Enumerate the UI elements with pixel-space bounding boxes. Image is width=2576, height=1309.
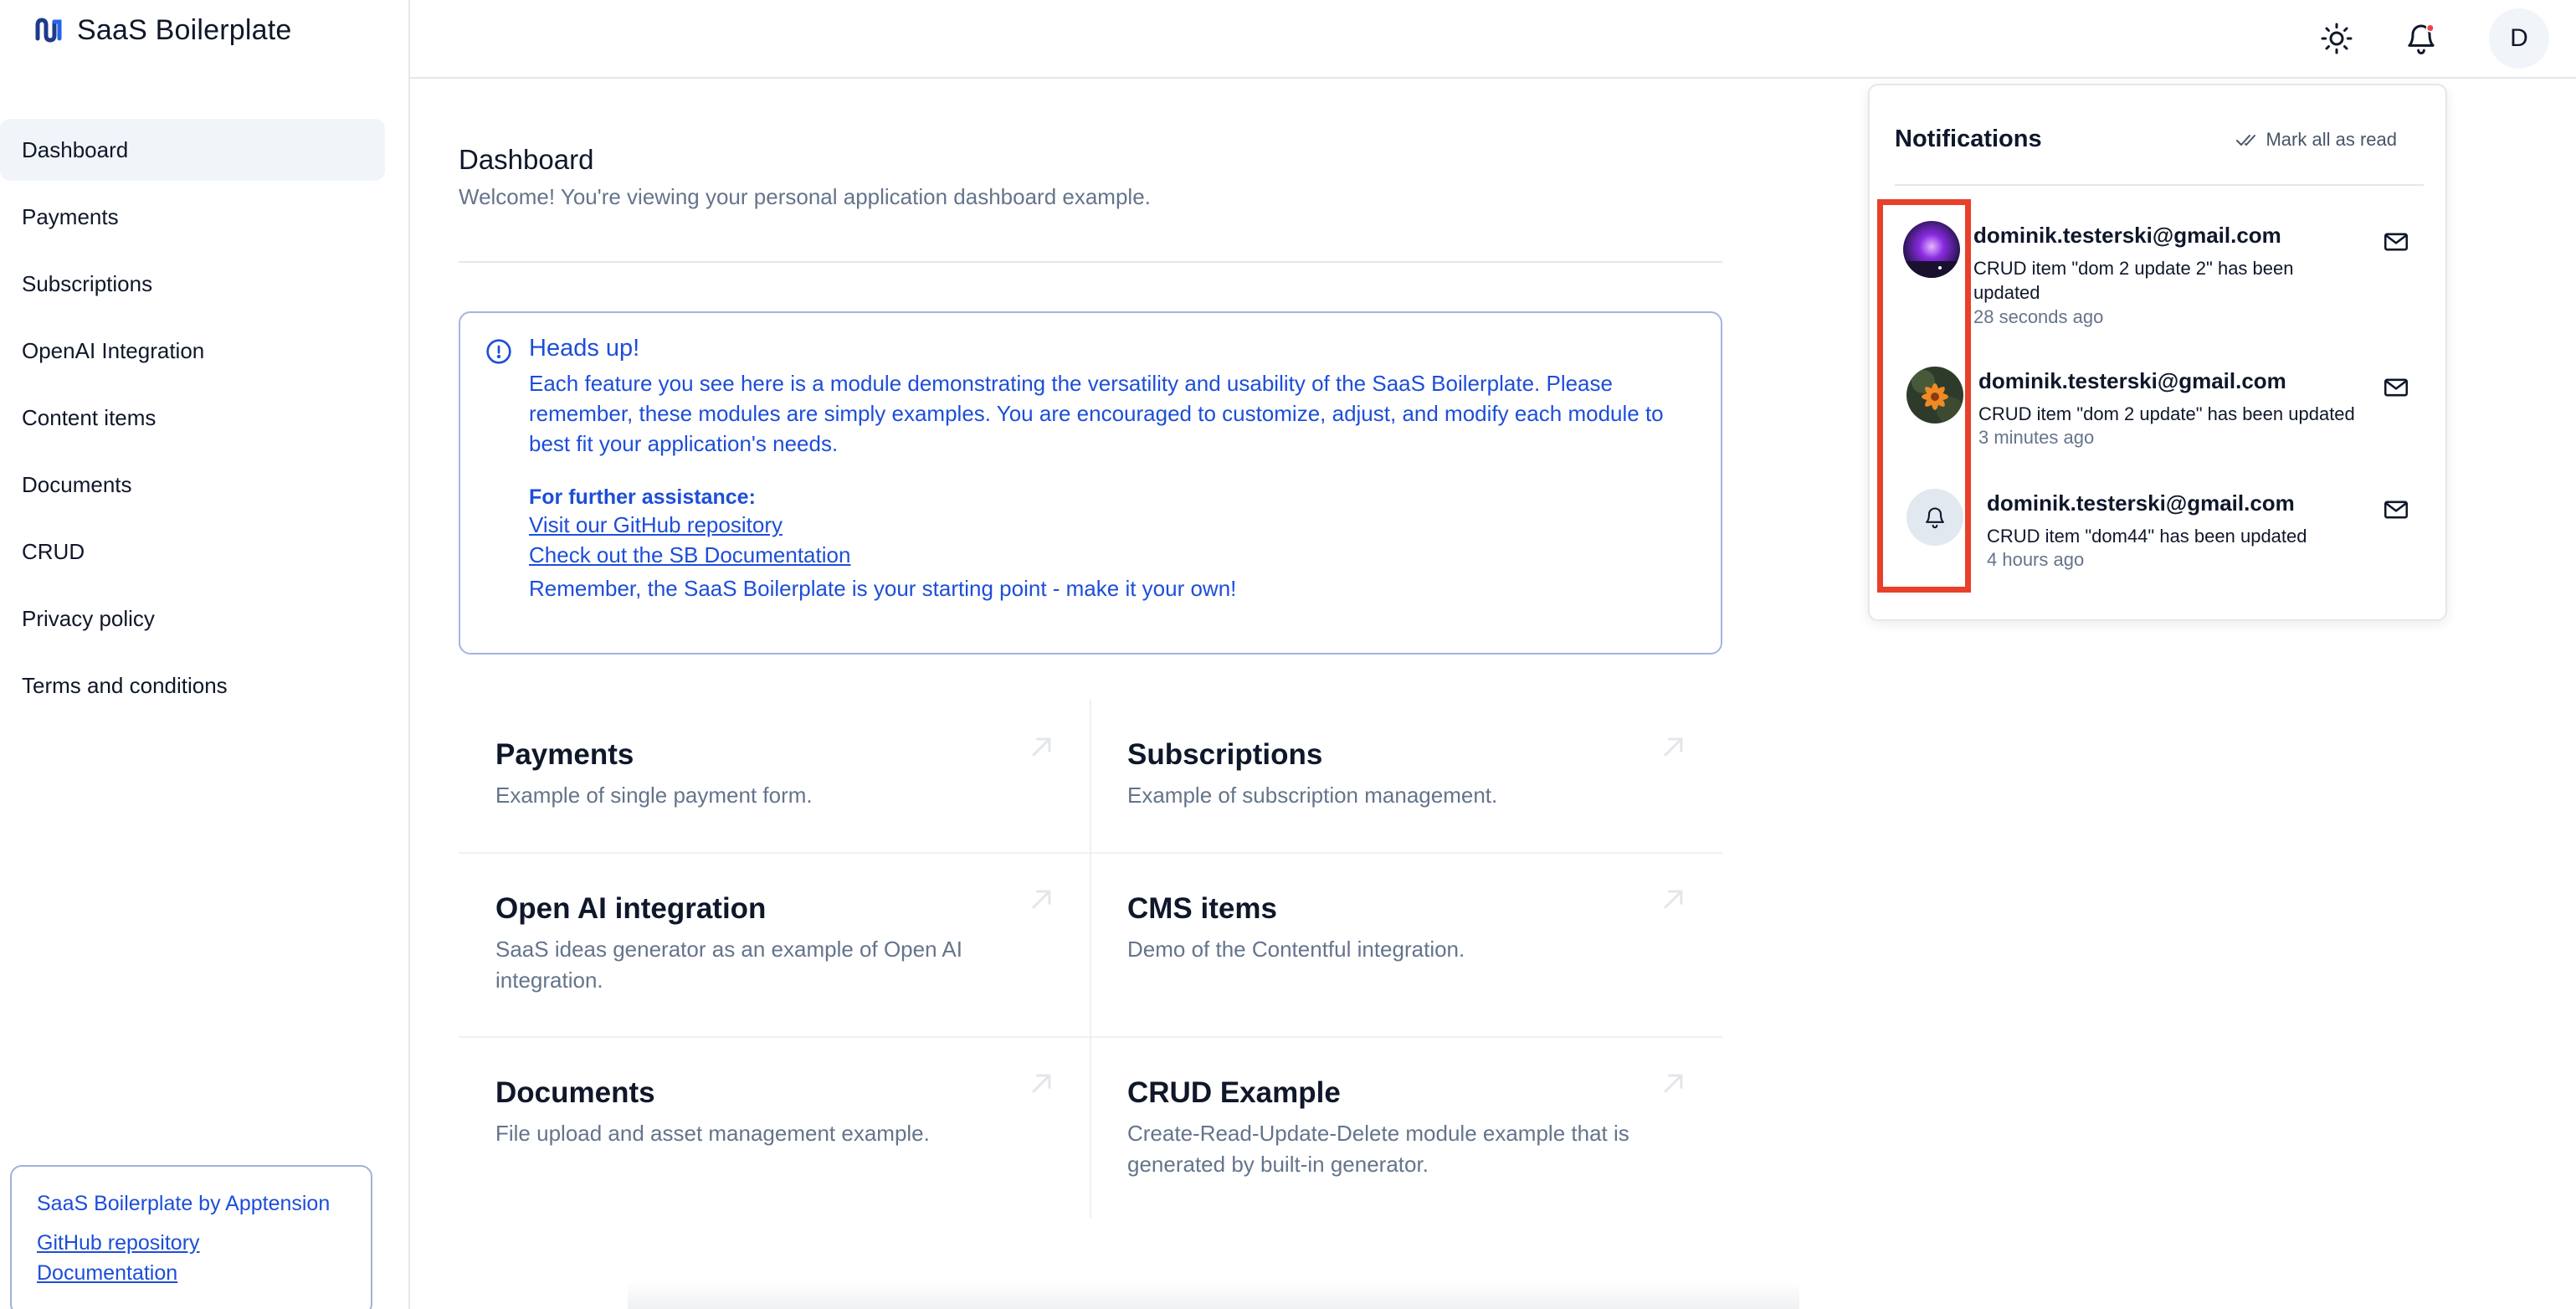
mark-all-read-label: Mark all as read [2266, 129, 2397, 150]
arrow-up-right-icon [1664, 1074, 1683, 1093]
info-icon [486, 339, 511, 364]
sidebar-item-subscriptions[interactable]: Subscriptions [0, 253, 385, 315]
sidebar-nav: Dashboard Payments Subscriptions OpenAI … [0, 119, 410, 721]
card-title: Documents [495, 1076, 655, 1109]
notification-message: CRUD item "dom 2 update 2" has been upda… [1973, 258, 2294, 303]
logo-icon [35, 18, 62, 43]
top-header: D [410, 0, 2576, 79]
card-title: CMS items [1127, 892, 1277, 925]
notifications-title: Notifications [1895, 126, 2042, 152]
github-repo-link[interactable]: Visit our GitHub repository [529, 512, 783, 538]
divider [1895, 184, 2424, 186]
app-name: SaaS Boilerplate [77, 13, 292, 46]
bottom-shadow [628, 1281, 1799, 1309]
card-payments[interactable]: Payments Example of single payment form. [459, 700, 1090, 852]
mail-icon[interactable] [2382, 373, 2410, 402]
arrow-up-right-icon [1032, 1074, 1051, 1093]
divider [459, 261, 1722, 263]
card-openai-integration[interactable]: Open AI integration SaaS ideas generator… [459, 854, 1090, 1036]
notification-message: CRUD item "dom44" has been updated [1987, 526, 2307, 547]
page-subtitle: Welcome! You're viewing your personal ap… [459, 184, 1151, 209]
sidebar: SaaS Boilerplate Dashboard Payments Subs… [0, 0, 410, 1309]
sidebar-item-content-items[interactable]: Content items [0, 387, 385, 449]
page-title: Dashboard [459, 144, 594, 175]
mail-icon[interactable] [2382, 228, 2410, 256]
card-crud-example[interactable]: CRUD Example Create-Read-Update-Delete m… [1090, 1038, 1722, 1220]
notification-time: 3 minutes ago [1978, 427, 2095, 448]
sb-docs-link[interactable]: Check out the SB Documentation [529, 542, 850, 568]
unread-dot-icon [2425, 23, 2435, 33]
sidebar-item-dashboard[interactable]: Dashboard [0, 119, 385, 181]
notification-time: 4 hours ago [1987, 549, 2085, 570]
notification-email: dominik.testerski@gmail.com [1973, 223, 2281, 248]
sidebar-item-documents[interactable]: Documents [0, 454, 385, 516]
sidebar-item-payments[interactable]: Payments [0, 186, 385, 248]
info-alert: Heads up! Each feature you see here is a… [459, 311, 1722, 654]
app-logo[interactable]: SaaS Boilerplate [33, 12, 291, 49]
card-title: Open AI integration [495, 892, 767, 925]
notification-email: dominik.testerski@gmail.com [1987, 490, 2295, 516]
user-avatar-button[interactable]: D [2489, 8, 2549, 69]
card-title: Subscriptions [1127, 738, 1323, 771]
sidebar-github-link[interactable]: GitHub repository [37, 1228, 371, 1258]
sidebar-item-privacy-policy[interactable]: Privacy policy [0, 588, 385, 649]
card-description: Example of subscription management. [1127, 783, 1498, 808]
arrow-up-right-icon [1664, 890, 1683, 909]
sidebar-info-card: SaaS Boilerplate by Apptension GitHub re… [10, 1165, 372, 1309]
card-description: Create-Read-Update-Delete module example… [1127, 1121, 1629, 1177]
card-cms-items[interactable]: CMS items Demo of the Contentful integra… [1090, 854, 1722, 1036]
card-description: Example of single payment form. [495, 783, 813, 808]
notification-message: CRUD item "dom 2 update" has been update… [1978, 403, 2355, 424]
sidebar-item-terms[interactable]: Terms and conditions [0, 654, 385, 716]
alert-footer-text: Remember, the SaaS Boilerplate is your s… [529, 576, 1237, 601]
arrow-up-right-icon [1032, 890, 1051, 909]
card-subscriptions[interactable]: Subscriptions Example of subscription ma… [1090, 700, 1722, 852]
arrow-up-right-icon [1032, 737, 1051, 757]
card-title: Payments [495, 738, 634, 771]
sidebar-docs-link[interactable]: Documentation [37, 1258, 371, 1288]
card-description: SaaS ideas generator as an example of Op… [495, 937, 962, 993]
card-title: CRUD Example [1127, 1076, 1341, 1109]
mail-icon[interactable] [2382, 495, 2410, 524]
mark-all-read-button[interactable]: Mark all as read [2235, 129, 2397, 151]
alert-title: Heads up! [529, 335, 640, 362]
sidebar-card-title: SaaS Boilerplate by Apptension [37, 1192, 331, 1215]
sun-icon [2321, 23, 2353, 54]
feature-cards-grid: Payments Example of single payment form.… [459, 700, 1722, 1302]
sidebar-item-crud[interactable]: CRUD [0, 521, 385, 583]
double-check-icon [2236, 135, 2256, 146]
notifications-button[interactable] [2391, 8, 2451, 69]
card-description: Demo of the Contentful integration. [1127, 937, 1465, 962]
notification-time: 28 seconds ago [1973, 306, 2104, 327]
sidebar-item-openai-integration[interactable]: OpenAI Integration [0, 320, 385, 382]
bell-icon [2408, 23, 2435, 54]
alert-body: Each feature you see here is a module de… [529, 371, 1664, 456]
annotation-highlight-box [1877, 199, 1971, 593]
notification-email: dominik.testerski@gmail.com [1978, 368, 2286, 393]
card-description: File upload and asset management example… [495, 1121, 930, 1146]
alert-help-title: For further assistance: [529, 485, 756, 509]
card-documents[interactable]: Documents File upload and asset manageme… [459, 1038, 1090, 1220]
theme-toggle-button[interactable] [2307, 8, 2367, 69]
arrow-up-right-icon [1664, 737, 1683, 757]
